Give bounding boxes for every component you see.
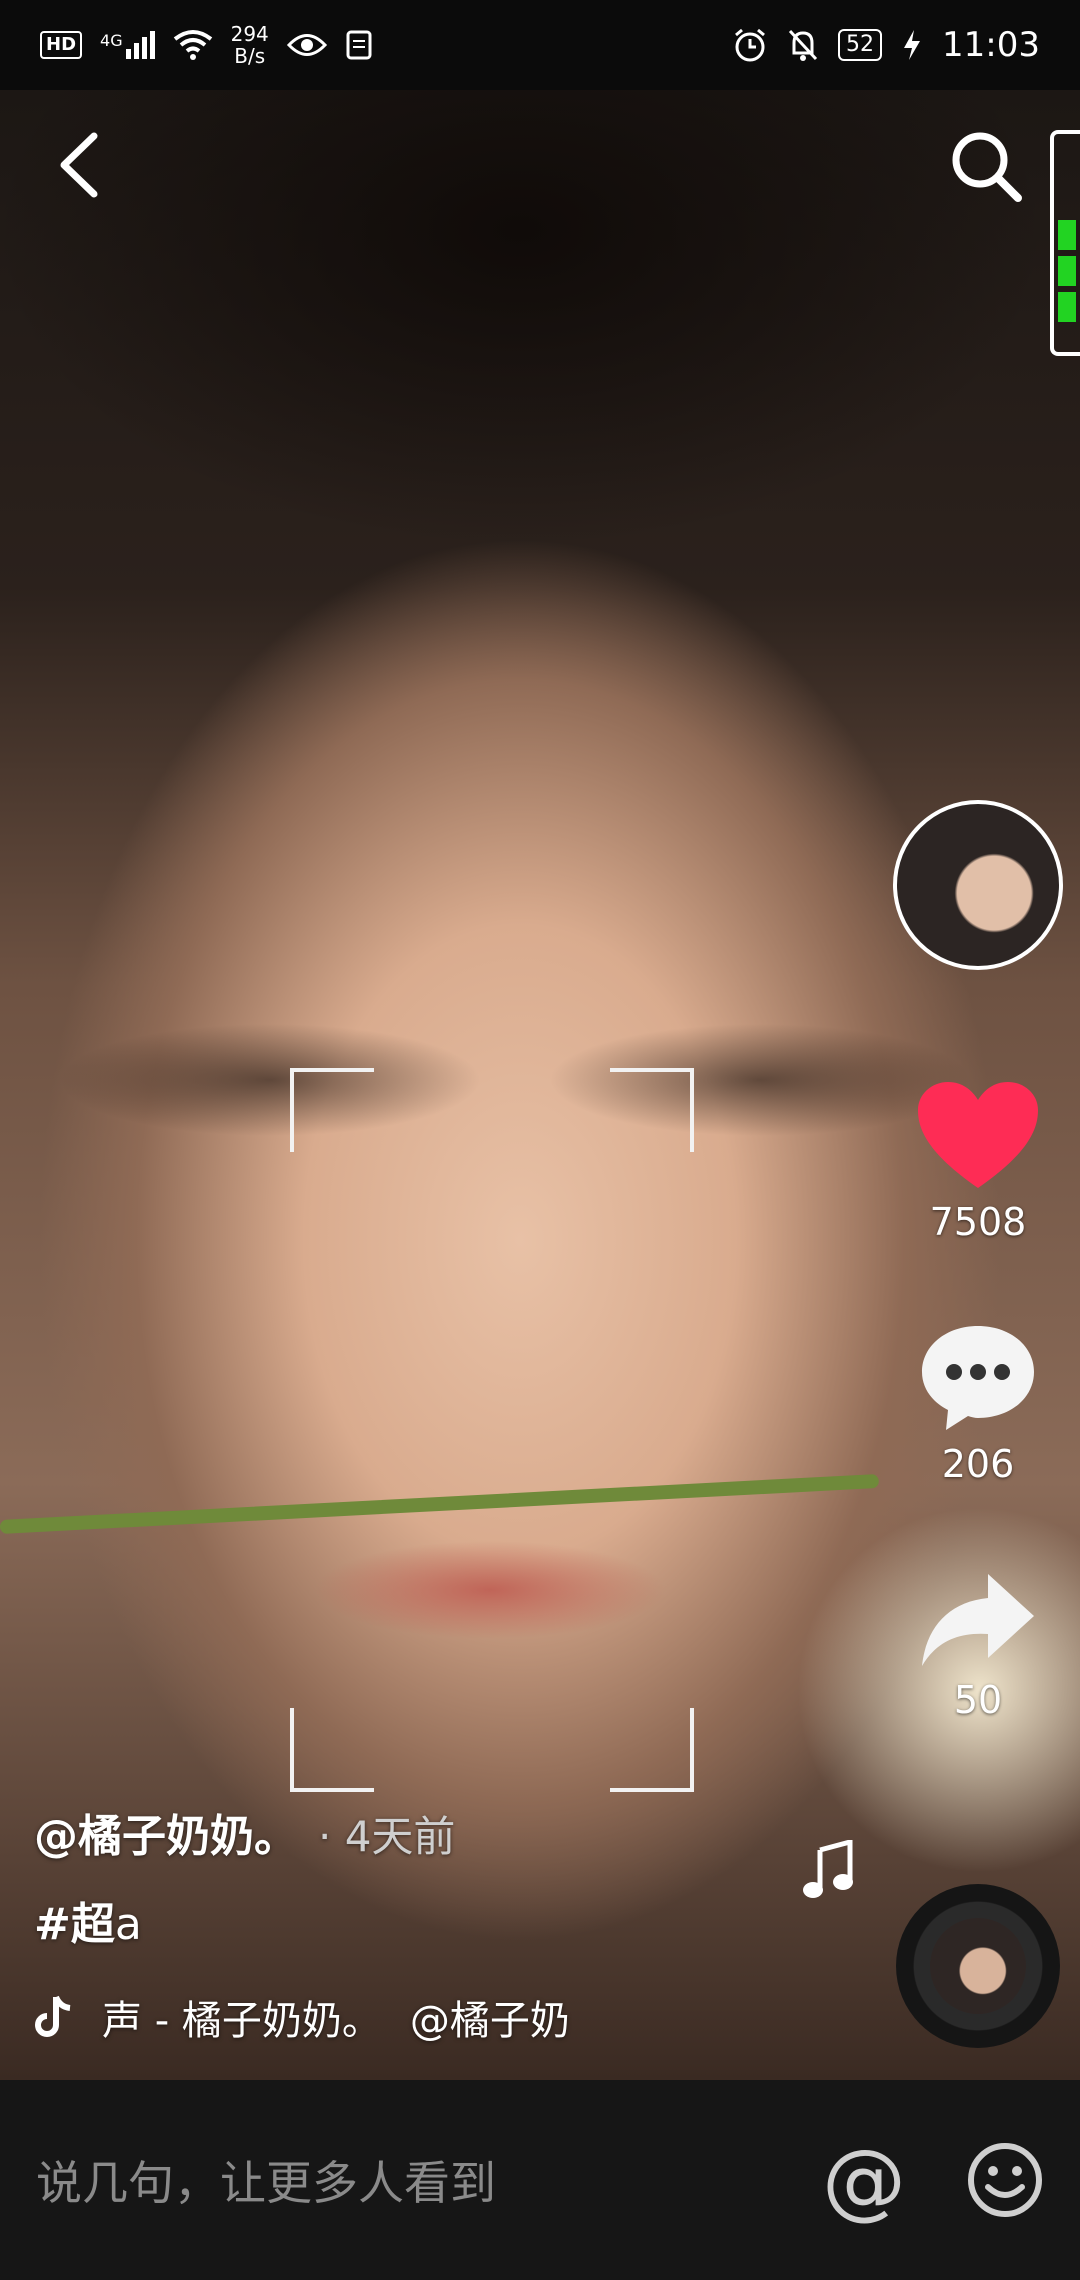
back-arrow-icon[interactable]	[50, 130, 110, 200]
author-avatar[interactable]	[893, 800, 1063, 970]
focus-bracket-top-right	[610, 1068, 694, 1152]
clock: 11:03	[942, 25, 1040, 65]
post-time: · 4天前	[318, 1812, 456, 1861]
heart-icon	[918, 1082, 1038, 1188]
speed-unit: B/s	[234, 44, 266, 68]
share-count: 50	[953, 1678, 1003, 1722]
charging-icon	[904, 30, 921, 60]
description-text: a	[114, 1899, 142, 1950]
music-credit: @橘子奶	[409, 1998, 570, 2044]
network-speed: 294 B/s	[231, 23, 269, 67]
description: #超a	[34, 1888, 854, 1952]
comment-input-bar: 说几句，让更多人看到 @	[0, 2080, 1080, 2280]
speed-value: 294	[230, 22, 269, 46]
signal-icon: 4G	[100, 31, 155, 59]
focus-bracket-bottom-left	[290, 1708, 374, 1792]
wifi-icon	[173, 30, 212, 60]
video-caption: @橘子奶奶。 · 4天前 #超a 声 - 橘子奶奶。 @橘子奶	[34, 1800, 854, 2046]
like-button[interactable]: 7508	[900, 1080, 1056, 1244]
alarm-icon	[735, 28, 765, 62]
battery-overlay-icon	[1050, 130, 1080, 356]
mention-button[interactable]: @	[822, 2138, 906, 2222]
network-type: 4G	[100, 31, 123, 50]
music-cover-image	[930, 1918, 1026, 2014]
author-name[interactable]: @橘子奶奶。	[34, 1800, 298, 1864]
comment-count: 206	[941, 1442, 1015, 1486]
share-button[interactable]: 50	[900, 1570, 1056, 1722]
comment-input[interactable]: 说几句，让更多人看到	[36, 2147, 822, 2213]
battery-level: 52	[838, 29, 883, 61]
focus-bracket-top-left	[290, 1068, 374, 1152]
tiktok-note-icon	[35, 1995, 71, 2037]
emoji-icon[interactable]	[966, 2141, 1044, 2219]
hd-indicator: HD	[40, 31, 83, 59]
like-count: 7508	[929, 1200, 1027, 1244]
search-icon[interactable]	[946, 126, 1026, 206]
comment-button[interactable]: 206	[900, 1322, 1056, 1486]
status-bar: HD 4G 294 B/s 52 11:03	[0, 0, 1080, 90]
eye-icon	[286, 34, 327, 56]
document-icon	[346, 30, 372, 60]
music-disc-button[interactable]	[896, 1884, 1060, 2048]
share-arrow-icon	[922, 1574, 1034, 1666]
music-title: 声 - 橘子奶奶。	[102, 1998, 382, 2044]
focus-bracket-bottom-right	[610, 1708, 694, 1792]
hashtag-link[interactable]: #超	[34, 1899, 115, 1950]
music-info[interactable]: 声 - 橘子奶奶。 @橘子奶	[34, 1988, 644, 2046]
mute-bell-icon	[788, 29, 818, 61]
comment-bubble-icon	[922, 1326, 1034, 1430]
